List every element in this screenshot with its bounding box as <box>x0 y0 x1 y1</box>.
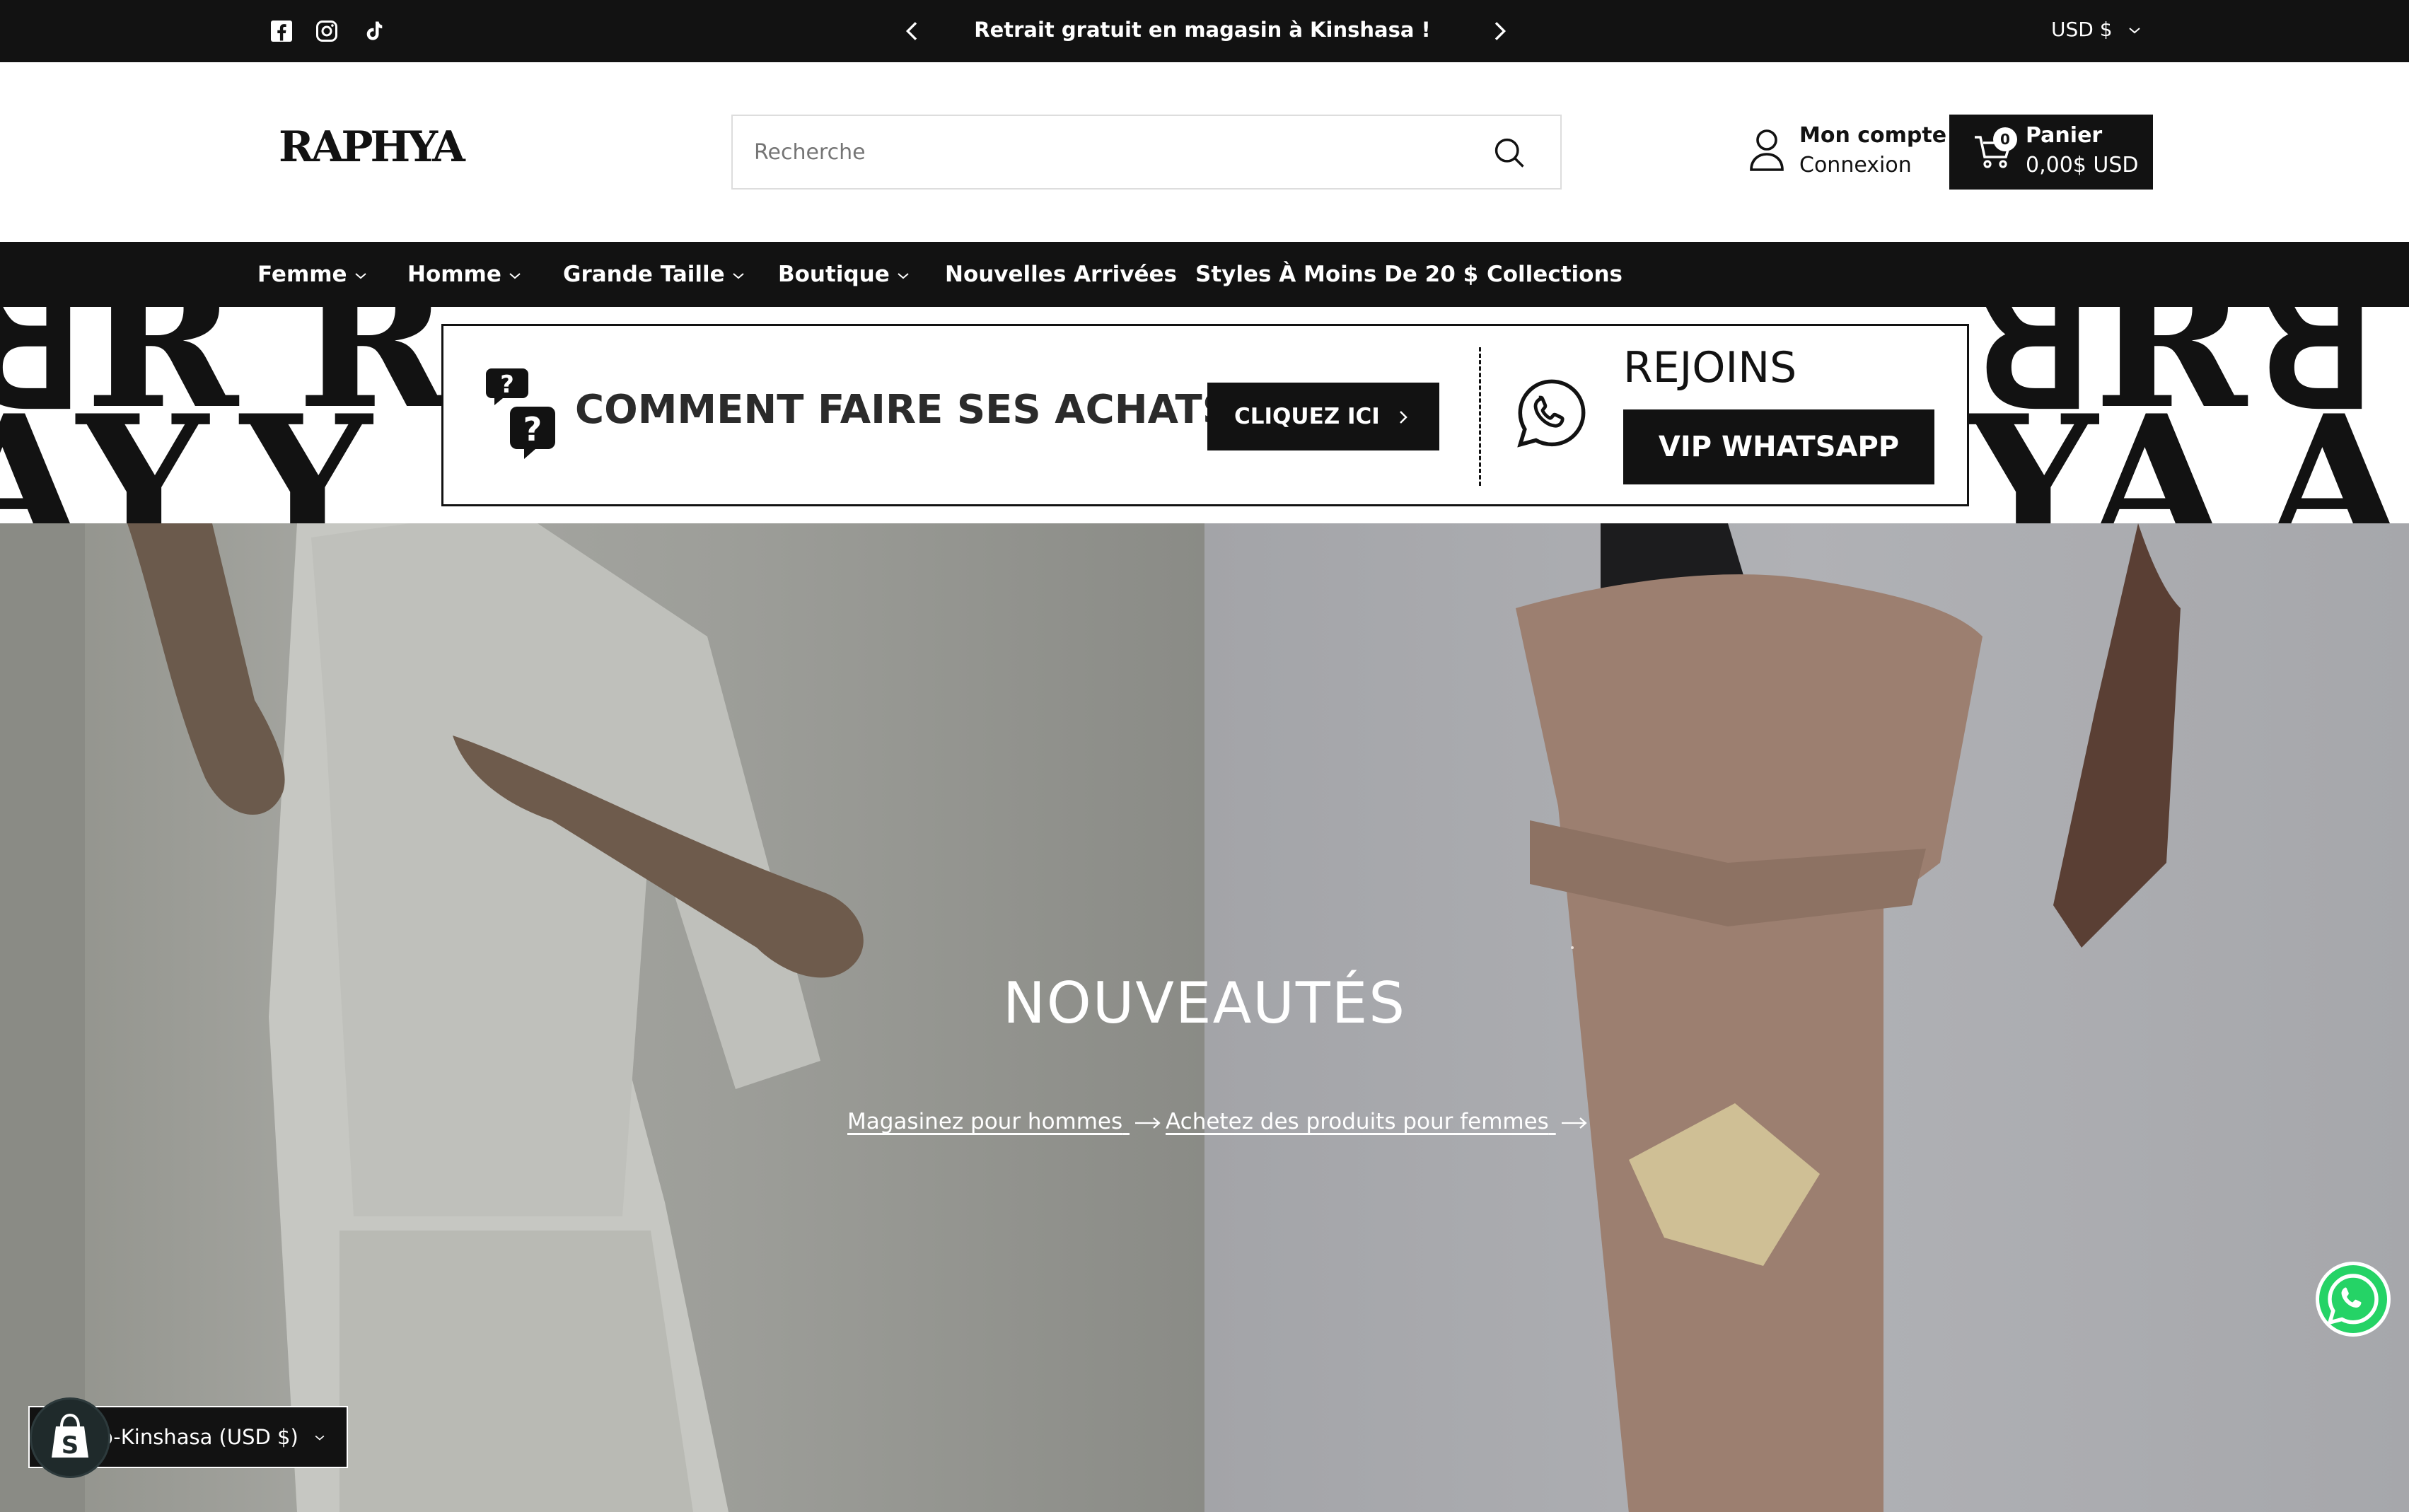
main-nav: Femme Homme Grande Taille Boutique Nouve… <box>0 242 2409 307</box>
search-icon[interactable] <box>1491 134 1528 171</box>
nav-item-femme[interactable]: Femme <box>257 242 367 307</box>
facebook-icon[interactable] <box>269 18 294 44</box>
cart-button[interactable]: 0 Panier 0,00$ USD <box>1949 115 2153 190</box>
nav-item-styles-moins-20[interactable]: Styles À Moins De 20 $ <box>1195 242 1478 307</box>
whatsapp-chat-button[interactable] <box>2316 1262 2391 1337</box>
nav-item-collections[interactable]: Collections <box>1487 242 1623 307</box>
hero-section: NOUVEAUTÉS Magasinez pour hommes Achetez… <box>0 523 2409 1512</box>
search-box[interactable] <box>731 115 1562 190</box>
account-icon[interactable] <box>1748 127 1785 173</box>
svg-text:A: A <box>2260 376 2409 523</box>
chevron-right-icon <box>1400 411 1407 424</box>
promo-divider <box>1479 347 1481 486</box>
nav-item-label: Grande Taille <box>563 262 725 287</box>
nav-item-label: Nouvelles Arrivées <box>945 262 1177 287</box>
locale-label: o-Kinshasa (USD $) <box>100 1425 298 1449</box>
svg-text:YA: YA <box>1963 376 2232 523</box>
chevron-right-icon[interactable] <box>1485 17 1514 45</box>
shop-women-label: Achetez des produits pour femmes <box>1166 1109 1549 1134</box>
shopify-badge[interactable]: S <box>30 1397 110 1478</box>
chevron-down-icon <box>2129 28 2141 34</box>
join-heading: REJOINS <box>1623 343 1797 392</box>
promo-title: COMMENT FAIRE SES ACHATS ? <box>575 387 1268 433</box>
hero-title: NOUVEAUTÉS <box>1002 970 1407 1036</box>
cliquez-ici-button[interactable]: CLIQUEZ ICI <box>1207 383 1439 450</box>
logo-text: RAPHYA <box>279 124 466 170</box>
chevron-down-icon <box>315 1435 325 1441</box>
question-bubbles-icon: ? ? <box>486 368 555 459</box>
nav-item-homme[interactable]: Homme <box>407 242 521 307</box>
cart-count-badge: 0 <box>1993 127 2017 151</box>
svg-text:Y: Y <box>238 376 376 523</box>
instagram-icon[interactable] <box>314 18 339 44</box>
nav-item-grande-taille[interactable]: Grande Taille <box>563 242 745 307</box>
shop-men-label: Magasinez pour hommes <box>847 1109 1123 1134</box>
nav-item-label: Styles À Moins De 20 $ <box>1195 262 1479 287</box>
vip-whatsapp-button[interactable]: VIP WHATSAPP <box>1623 409 1934 484</box>
svg-text:S: S <box>62 1431 79 1460</box>
announcement-message: Retrait gratuit en magasin à Kinshasa ! <box>974 18 1431 42</box>
currency-label: USD $ <box>2051 18 2113 41</box>
chevron-down-icon <box>898 272 909 279</box>
cart-title: Panier <box>2026 123 2103 148</box>
currency-selector[interactable]: USD $ <box>2051 0 2141 62</box>
cliquez-ici-label: CLIQUEZ ICI <box>1234 404 1380 429</box>
promo-box: ? ? COMMENT FAIRE SES ACHATS ? CLIQUEZ I… <box>441 324 1969 506</box>
svg-text:?: ? <box>523 410 542 448</box>
arrow-right-icon <box>1561 1117 1587 1129</box>
chevron-down-icon <box>509 272 521 279</box>
tiktok-icon[interactable] <box>361 18 386 44</box>
svg-text:?: ? <box>500 371 514 399</box>
nav-item-label: Boutique <box>778 262 890 287</box>
nav-item-label: Femme <box>257 262 347 287</box>
shopping-bag-icon: S <box>52 1413 88 1460</box>
arrow-right-icon <box>1135 1117 1161 1129</box>
nav-item-nouvelles-arrivees[interactable]: Nouvelles Arrivées <box>945 242 1177 307</box>
cart-total: 0,00$ USD <box>2026 153 2139 178</box>
search-input[interactable] <box>753 116 1460 188</box>
nav-item-boutique[interactable]: Boutique <box>778 242 910 307</box>
shop-men-link[interactable]: Magasinez pour hommes <box>847 1109 1162 1134</box>
logo[interactable]: RAPHYA <box>277 124 468 170</box>
chevron-down-icon <box>354 272 366 279</box>
account-login-link[interactable]: Connexion <box>1799 153 1912 178</box>
nav-item-label: Collections <box>1487 262 1623 287</box>
announcement-bar: Retrait gratuit en magasin à Kinshasa ! … <box>0 0 2409 62</box>
nav-item-label: Homme <box>407 262 501 287</box>
whatsapp-icon <box>2327 1274 2379 1325</box>
whatsapp-outline-icon[interactable] <box>1513 374 1591 452</box>
account-title[interactable]: Mon compte <box>1799 123 1946 148</box>
chevron-left-icon[interactable] <box>898 17 927 45</box>
chevron-down-icon <box>733 272 744 279</box>
svg-text:AY: AY <box>0 376 212 523</box>
shop-women-link[interactable]: Achetez des produits pour femmes <box>1166 1109 1589 1134</box>
